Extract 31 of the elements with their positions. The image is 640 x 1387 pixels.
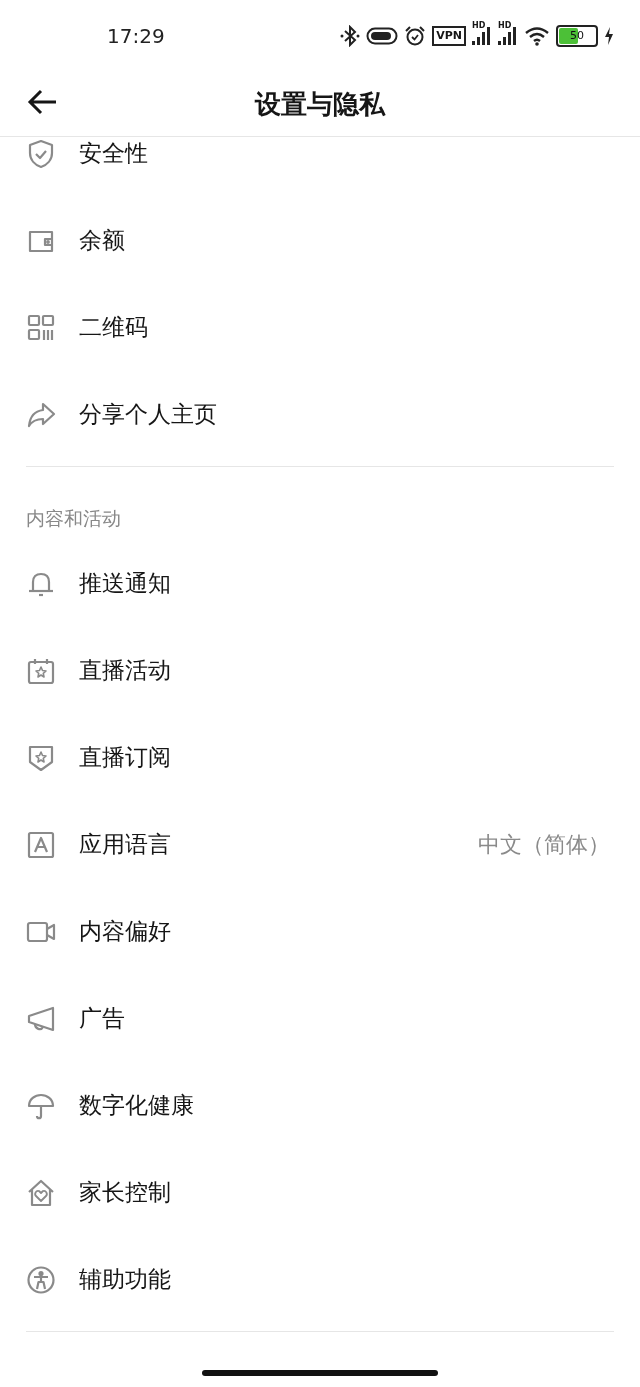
letter-a-icon — [26, 829, 56, 860]
section-title: 内容和活动 — [26, 506, 121, 531]
settings-item[interactable]: 二维码 — [0, 284, 640, 371]
signal-icon — [498, 27, 518, 45]
settings-item[interactable]: 内容偏好 — [0, 888, 640, 975]
wifi-icon — [524, 26, 550, 46]
current-value: 中文（简体） — [478, 830, 610, 859]
settings-item[interactable]: 直播订阅 — [0, 714, 640, 801]
settings-item[interactable]: 应用语言 中文（简体） — [0, 801, 640, 888]
bluetooth-icon — [340, 25, 361, 47]
signal-icon — [472, 27, 492, 45]
settings-item[interactable]: 余额 — [0, 197, 640, 284]
status-time: 17:29 — [107, 24, 165, 48]
settings-item[interactable]: 家长控制 — [0, 1149, 640, 1236]
network-label: HD — [498, 21, 512, 30]
vpn-badge: VPN — [432, 26, 466, 46]
house-heart-icon — [26, 1177, 56, 1208]
settings-item[interactable]: 分享个人主页 — [0, 371, 640, 458]
accessibility-icon — [26, 1264, 56, 1295]
settings-item[interactable]: 辅助功能 — [0, 1236, 640, 1323]
alarm-icon — [404, 25, 427, 47]
settings-item[interactable]: 推送通知 — [0, 540, 640, 627]
toggle-icon — [366, 26, 399, 46]
settings-item[interactable]: 数字化健康 — [0, 1062, 640, 1149]
settings-item[interactable]: 广告 — [0, 975, 640, 1062]
shield-icon — [26, 138, 56, 169]
qr-code-icon — [26, 312, 56, 343]
settings-item[interactable]: 直播活动 — [0, 627, 640, 714]
settings-item[interactable]: 安全性 — [0, 137, 640, 197]
page-title: 设置与隐私 — [255, 87, 385, 121]
network-label: HD — [472, 21, 486, 30]
